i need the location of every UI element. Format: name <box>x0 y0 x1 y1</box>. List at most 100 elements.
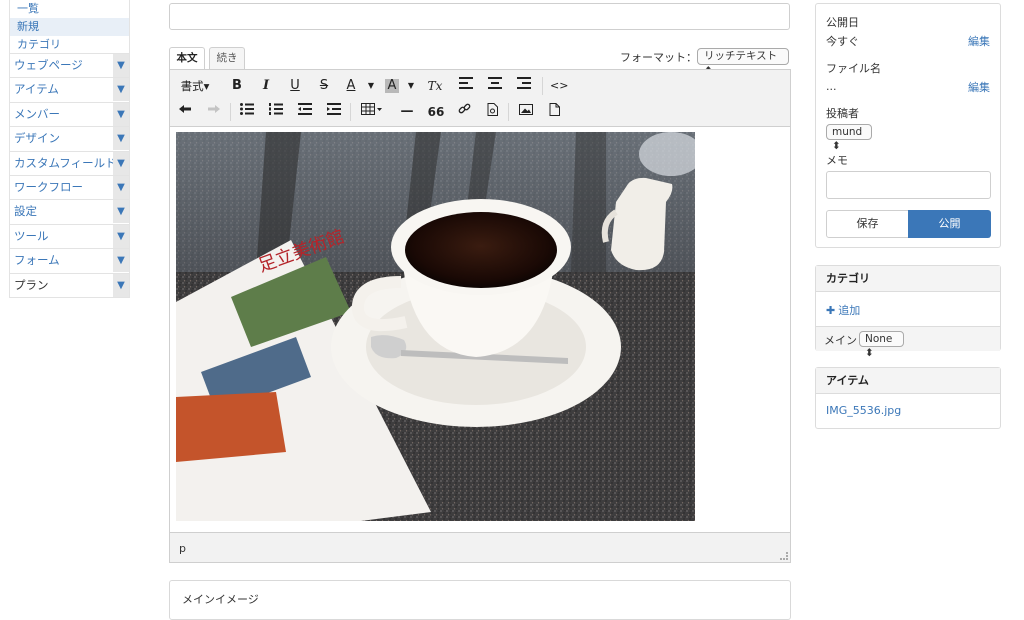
sidebar-item-label: デザイン <box>14 131 60 146</box>
horizontal-rule-button[interactable]: — <box>398 103 416 121</box>
chevron-down-icon[interactable]: ▼ <box>113 175 129 199</box>
bullet-list-icon[interactable] <box>239 103 255 121</box>
sidebar-item-label: カスタムフィールド <box>14 155 117 170</box>
sidebar-item-label: アイテム <box>14 82 59 97</box>
chevron-down-icon[interactable]: ▼ <box>113 78 129 102</box>
title-input[interactable] <box>169 3 790 30</box>
toolbar-divider <box>542 77 543 95</box>
blockquote-button[interactable]: 66 <box>427 103 445 121</box>
sidebar-item-members[interactable]: メンバー ▼ <box>9 102 130 128</box>
editor-statusbar: p <box>169 532 791 563</box>
plus-icon: ✚ <box>826 304 836 317</box>
edit-publish-date-link[interactable]: 編集 <box>968 33 990 49</box>
category-panel: カテゴリ ✚ 追加 メイン None ⬍ <box>815 265 1001 359</box>
main-category-row: メイン None ⬍ <box>816 326 1000 359</box>
publish-panel: 公開日 今すぐ 編集 ファイル名 ... 編集 投稿者 mund ⬍ メモ 保存… <box>815 3 1001 248</box>
sidebar-item-label: フォーム <box>14 253 60 268</box>
sidebar-item-label: ツール <box>14 228 49 243</box>
memo-input[interactable] <box>826 171 991 199</box>
author-select[interactable]: mund ⬍ <box>826 124 872 152</box>
outdent-icon[interactable] <box>297 103 313 121</box>
memo-label: メモ <box>826 154 848 167</box>
indent-icon[interactable] <box>326 103 342 121</box>
source-code-button[interactable]: <> <box>550 77 568 95</box>
sidebar-item-label: 設定 <box>14 204 37 219</box>
format-menu-button[interactable]: 書式▾ <box>178 77 212 95</box>
main-image-panel: メインイメージ <box>169 580 791 620</box>
sidebar: 一覧 新規 カテゴリ ウェブページ ▼ アイテム ▼ メンバー ▼ デザイン ▼… <box>9 0 130 298</box>
bold-button[interactable]: B <box>230 77 244 95</box>
coffee-cup-photo[interactable]: 足立美術館 <box>176 132 695 521</box>
sidebar-item-tools[interactable]: ツール ▼ <box>9 224 130 250</box>
clear-format-button[interactable]: Tx <box>426 77 444 95</box>
bg-color-button[interactable]: A <box>385 79 399 93</box>
sidebar-item-plan[interactable]: プラン ▼ <box>9 273 130 298</box>
author-label: 投稿者 <box>826 107 859 120</box>
embed-media-icon[interactable] <box>484 103 500 121</box>
category-panel-title: カテゴリ <box>816 266 1000 292</box>
chevron-down-icon[interactable]: ▼ <box>113 151 129 175</box>
items-panel: アイテム IMG_5536.jpg <box>815 367 1001 429</box>
italic-button[interactable]: I <box>259 77 273 95</box>
sidebar-item-label: ワークフロー <box>14 179 83 194</box>
sidebar-subitem-list[interactable]: 一覧 <box>9 0 130 18</box>
align-left-icon[interactable] <box>458 77 474 95</box>
link-icon[interactable] <box>456 103 472 121</box>
save-button[interactable]: 保存 <box>826 210 909 238</box>
format-label: フォーマット： <box>620 51 697 64</box>
tab-continued[interactable]: 続き <box>209 47 245 69</box>
align-right-icon[interactable] <box>516 77 532 95</box>
sidebar-item-items[interactable]: アイテム ▼ <box>9 78 130 103</box>
chevron-down-icon[interactable]: ▼ <box>113 54 129 77</box>
tab-body[interactable]: 本文 <box>169 47 205 69</box>
publish-button[interactable]: 公開 <box>908 210 991 238</box>
sidebar-subitem-category[interactable]: カテゴリ <box>9 36 130 54</box>
edit-filename-link[interactable]: 編集 <box>968 79 990 95</box>
sidebar-item-settings[interactable]: 設定 ▼ <box>9 200 130 225</box>
format-select[interactable]: リッチテキスト ⬍ <box>697 48 789 77</box>
chevron-down-icon[interactable]: ▼ <box>113 200 129 224</box>
sidebar-item-label: プラン <box>14 277 49 292</box>
caret-down-icon[interactable]: ▼ <box>406 77 416 95</box>
add-category-label: 追加 <box>838 304 861 317</box>
redo-icon[interactable] <box>207 103 221 121</box>
image-icon[interactable] <box>518 103 534 121</box>
chevron-down-icon[interactable]: ▼ <box>113 249 129 273</box>
publish-date-label: 公開日 <box>826 16 859 29</box>
items-panel-title: アイテム <box>816 368 1000 394</box>
chevron-down-icon[interactable]: ▼ <box>113 224 129 248</box>
chevron-down-icon[interactable]: ▼ <box>113 273 129 297</box>
sidebar-item-webpage[interactable]: ウェブページ ▼ <box>9 54 130 79</box>
filename-label: ファイル名 <box>826 62 881 75</box>
sidebar-item-workflow[interactable]: ワークフロー ▼ <box>9 175 130 201</box>
sidebar-item-design[interactable]: デザイン ▼ <box>9 127 130 152</box>
editor-toolbar: 書式▾ B I U S A ▼ A ▼ Tx <> — 66 <box>169 69 791 127</box>
sidebar-item-forms[interactable]: フォーム ▼ <box>9 249 130 274</box>
main-category-select[interactable]: None ⬍ <box>859 331 904 359</box>
resize-handle-icon[interactable] <box>780 552 788 560</box>
main-category-label: メイン <box>824 334 857 347</box>
font-color-button[interactable]: A <box>344 77 358 95</box>
add-category-link[interactable]: ✚ 追加 <box>826 302 860 318</box>
sidebar-item-label: ウェブページ <box>14 58 83 72</box>
sidebar-subitem-new[interactable]: 新規 <box>9 18 130 36</box>
sidebar-item-custom-fields[interactable]: カスタムフィールド ▼ <box>9 151 130 176</box>
toolbar-divider <box>508 103 509 121</box>
undo-icon[interactable] <box>178 103 192 121</box>
toolbar-divider <box>350 103 351 121</box>
numbered-list-icon[interactable] <box>268 103 284 121</box>
align-center-icon[interactable] <box>487 77 503 95</box>
filename-value: ... <box>826 80 837 93</box>
file-icon[interactable] <box>546 103 562 121</box>
toolbar-divider <box>230 103 231 121</box>
strikethrough-button[interactable]: S <box>317 77 331 95</box>
element-path: p <box>179 542 186 555</box>
main-image-label: メインイメージ <box>182 593 259 606</box>
item-file-link[interactable]: IMG_5536.jpg <box>826 404 901 417</box>
table-icon[interactable] <box>360 103 384 121</box>
chevron-down-icon[interactable]: ▼ <box>113 127 129 151</box>
sidebar-item-label: メンバー <box>14 106 60 121</box>
caret-down-icon[interactable]: ▼ <box>366 77 376 95</box>
underline-button[interactable]: U <box>288 77 302 95</box>
chevron-down-icon[interactable]: ▼ <box>113 102 129 126</box>
